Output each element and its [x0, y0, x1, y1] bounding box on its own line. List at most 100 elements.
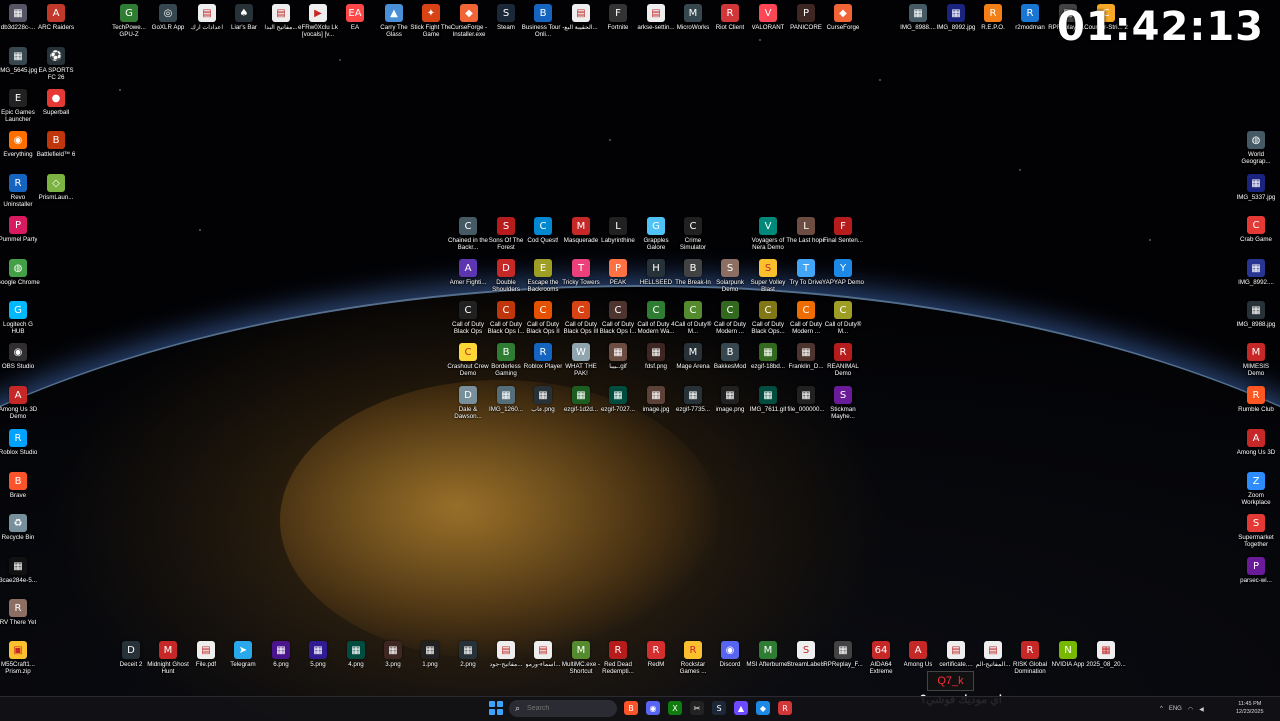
solarpunk-icon: S: [721, 259, 739, 277]
wifi-icon[interactable]: ◠: [1188, 706, 1193, 713]
desktop-icon-obs[interactable]: ◉ OBS Studio: [0, 343, 40, 370]
magearena-icon: M: [684, 343, 702, 361]
desktop-icon-label: IMG_8988.jpg: [1236, 321, 1276, 328]
system-tray: ^ ENG ◠ ◀: [1160, 697, 1204, 721]
desktop-icon-superball[interactable]: ● Superball: [34, 89, 78, 116]
desktop-icon-label: Crab Game: [1240, 236, 1272, 243]
desktop-icon-date2025[interactable]: ▦ 2025_08_20...: [1084, 641, 1128, 668]
volume-icon[interactable]: ◀: [1199, 706, 1204, 713]
desktop-icon-pummel[interactable]: P Pummel Party: [0, 216, 40, 243]
language-indicator[interactable]: ENG: [1169, 706, 1182, 712]
desktop-icon-supermarket[interactable]: S Supermarket Together: [1234, 514, 1278, 548]
file0000-icon: ▦: [797, 386, 815, 404]
franklin-icon: ▦: [797, 343, 815, 361]
rpreplay2-icon: ▦: [834, 641, 852, 659]
desktop-icon-label: 5.png: [310, 661, 326, 668]
desktop-icon-crabgame[interactable]: C Crab Game: [1234, 216, 1278, 243]
desktop-icon-label: Recycle Bin: [1, 534, 35, 541]
taskbar-date: 12/23/2025: [1236, 709, 1264, 715]
desktop-icon-techpower[interactable]: G TechPowe... GPU-Z: [107, 4, 151, 38]
desktop-icon-label: اسماء-ورمو...: [525, 661, 561, 668]
reanimal-icon: R: [834, 343, 852, 361]
taskbar-app-discord-icon[interactable]: ◉: [646, 701, 660, 715]
taskbar-app-xbox-icon[interactable]: X: [668, 701, 682, 715]
desktop-icon-roblox[interactable]: R Roblox Studio: [0, 429, 40, 456]
img8992-icon: ▦: [947, 4, 965, 22]
desktop-icon-reanimal[interactable]: R REANIMAL Demo: [821, 343, 865, 377]
taskbar-app-riot-icon[interactable]: R: [778, 701, 792, 715]
crashout-icon: C: [459, 343, 477, 361]
desktop-icon-amongus3d[interactable]: A Among Us 3D Demo: [0, 386, 40, 420]
desktop-icon-label: 2025_08_20...: [1086, 661, 1126, 668]
taskbar-app-steam-icon[interactable]: S: [712, 701, 726, 715]
desktop-icon-recycle[interactable]: ♻ Recycle Bin: [0, 514, 40, 541]
peak-icon: P: [609, 259, 627, 277]
ar3-icon: ▤: [572, 4, 590, 22]
desktop-icon-label: IMG_8992....: [1238, 279, 1274, 286]
desktop-icon-goxlr[interactable]: ◎ GoXLR App: [146, 4, 190, 31]
taskbar-clock[interactable]: 11:45 PM 12/23/2025: [1236, 700, 1264, 716]
taskbar-app-shield-icon[interactable]: ◆: [756, 701, 770, 715]
escape-icon: E: [534, 259, 552, 277]
start-button[interactable]: [489, 701, 503, 715]
codmodern1-icon: C: [721, 301, 739, 319]
desktop-icon-ea[interactable]: EA EA: [333, 4, 377, 31]
desktop-icon-img8988b[interactable]: ▦ IMG_8988.jpg: [1234, 301, 1278, 328]
desktop-icon-label: مفاتيح-جود...: [489, 661, 523, 668]
codbo-icon: C: [459, 301, 477, 319]
desktop-icon-label: db3d228c-...: [0, 24, 36, 31]
desktop-icon-zoom[interactable]: Z Zoom Workplace: [1234, 472, 1278, 506]
desktop-icon-label: REANIMAL Demo: [827, 363, 859, 377]
desktop-icon-mimesis[interactable]: M MIMESIS Demo: [1234, 343, 1278, 377]
desktop-icon-curse2[interactable]: ◆ CurseForge: [821, 4, 865, 31]
desktop-icon-label: مفاتيح البدا...: [264, 24, 298, 31]
taskbar-app-capcut-icon[interactable]: ✂: [690, 701, 704, 715]
desktop-icon-easports[interactable]: ⚽ EA SPORTS FC 26: [34, 47, 78, 81]
desktop-icon-parsec[interactable]: Pparsec-wi...: [1234, 557, 1278, 584]
desktop-icon-crime[interactable]: C Crime Simulator: [671, 217, 715, 251]
desktop-icon-3cae[interactable]: ▦ 3cae284e-5...: [0, 557, 40, 584]
desktop-icon-arc[interactable]: A ARC Raiders: [34, 4, 78, 31]
desktop-icon-img5337[interactable]: ▦ IMG_5337.jpg: [1234, 174, 1278, 201]
img8988b-icon: ▦: [1247, 301, 1265, 319]
desktop-icon-codm2[interactable]: C Call of Duty® M...: [821, 301, 865, 335]
desktop-icon-label: Logitech G HUB: [3, 321, 33, 335]
taskbar-app-brave-icon[interactable]: B: [624, 701, 638, 715]
desktop-icon-brave[interactable]: B Brave: [0, 472, 40, 499]
db3d-icon: ▦: [9, 4, 27, 22]
desktop-icon-label: Brave: [9, 492, 27, 499]
desktop-icon-img8992b[interactable]: ▦ IMG_8992....: [1234, 259, 1278, 286]
ar7-icon: ▤: [984, 641, 1002, 659]
windows-logo-icon: [489, 701, 495, 707]
taskbar-app-proton-icon[interactable]: ▲: [734, 701, 748, 715]
taskbar-search[interactable]: ⌕: [509, 700, 617, 717]
desktop-icon-finalsent[interactable]: F Final Senten...: [821, 217, 865, 244]
desktop-icon-label: NVIDIA App: [1051, 661, 1085, 668]
desktop-icon-logitech[interactable]: G Logitech G HUB: [0, 301, 40, 335]
desktop-icon-prism[interactable]: ◇ PrismLaun...: [34, 174, 78, 201]
desktop-icon-label: GoXLR App: [151, 24, 185, 31]
desktop-icon-label: image.jpg: [642, 406, 670, 413]
desktop-icon-yapyap[interactable]: Y YAPYAP Demo: [821, 259, 865, 286]
desktop-icon-m55[interactable]: ▣ M55Craft1... Prism.zip: [0, 641, 40, 675]
desktop-icon-rumble[interactable]: R Rumble Club: [1234, 386, 1278, 413]
desktop-icon-label: Among Us 3D: [1236, 449, 1276, 456]
desktop-icon-label: IMG_8992.jpg: [936, 24, 976, 31]
obs-icon: ◉: [9, 343, 27, 361]
desktop-icon-chrome[interactable]: ◍ Google Chrome: [0, 259, 40, 286]
desktop-icon-label: File.pdf: [195, 661, 217, 668]
desktop-icon-rvthere[interactable]: R RV There Yet: [0, 599, 40, 626]
desktop-icon-label: Roblox Studio: [0, 449, 38, 456]
chevron-up-icon[interactable]: ^: [1160, 706, 1163, 712]
desktop-icon-stickman[interactable]: S Stickman Mayhe...: [821, 386, 865, 420]
desktop-icon-amongus3d2[interactable]: A Among Us 3D: [1234, 429, 1278, 456]
search-input[interactable]: [525, 704, 600, 713]
desktop-icon-world[interactable]: ◍ World Geograp...: [1234, 131, 1278, 165]
img8988a-icon: ▦: [909, 4, 927, 22]
desktop-icon-label: Supermarket Together: [1238, 534, 1274, 548]
codquest-icon: C: [534, 217, 552, 235]
desktop-icon-bf6[interactable]: B Battlefield™ 6: [34, 131, 78, 158]
chrome-icon: ◍: [9, 259, 27, 277]
desktop-icon-label: parsec-wi...: [1240, 577, 1272, 584]
desktop-icon-label: 4.png: [348, 661, 364, 668]
